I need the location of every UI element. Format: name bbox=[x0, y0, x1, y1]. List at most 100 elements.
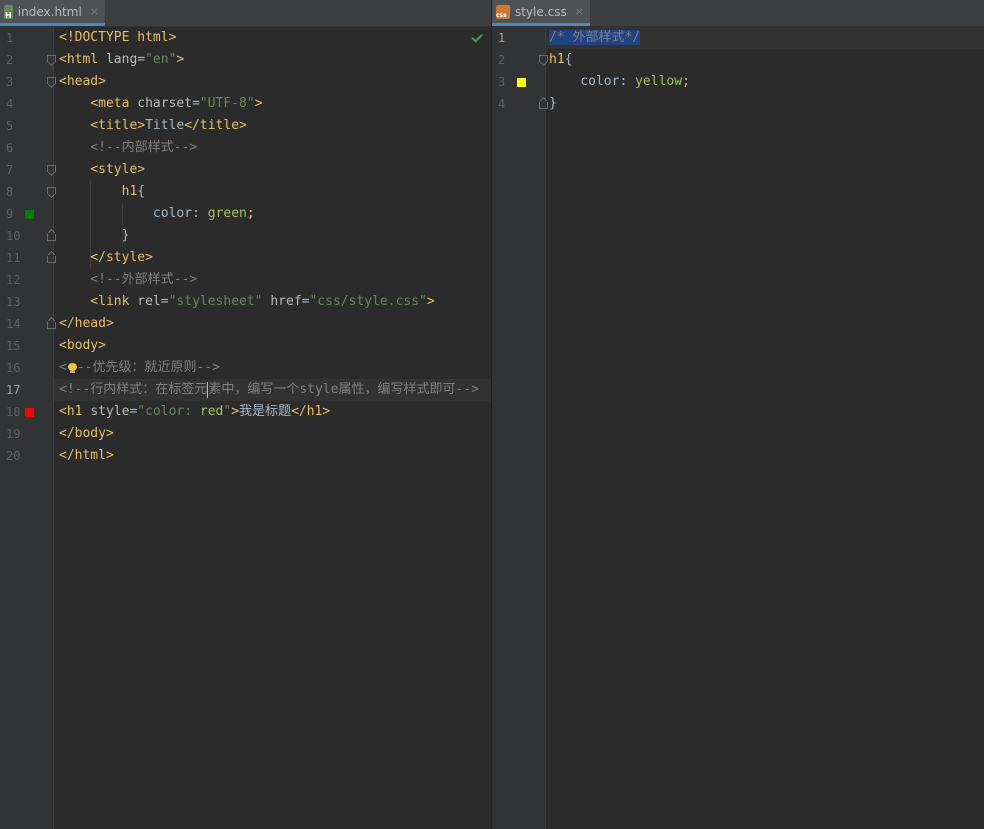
tab-style-css[interactable]: style.css × bbox=[492, 0, 590, 26]
code-line: 5 <title>Title</title> bbox=[0, 115, 491, 137]
code-text: <body> bbox=[59, 338, 106, 353]
code-text: <link rel="stylesheet" href="css/style.c… bbox=[59, 294, 435, 309]
lightbulb-icon[interactable] bbox=[67, 362, 77, 374]
fold-end-icon[interactable] bbox=[47, 319, 56, 329]
code-line: 11 </style> bbox=[0, 247, 491, 269]
css-code-area[interactable] bbox=[546, 27, 984, 829]
code-line: 10 } bbox=[0, 225, 491, 247]
line-number: 2 bbox=[6, 53, 14, 67]
tab-index-html[interactable]: index.html × bbox=[0, 0, 105, 26]
code-line: 14 </head> bbox=[0, 313, 491, 335]
code-text: <meta charset="UTF-8"> bbox=[59, 96, 263, 111]
code-text: <!--行内样式：在标签元素中，编写一个style属性，编写样式即可--> bbox=[59, 381, 479, 398]
close-icon[interactable]: × bbox=[90, 5, 99, 18]
code-line: 18 <h1 style="color: red">我是标题</h1> bbox=[0, 401, 491, 423]
code-line: 16 < --优先级：就近原则--> bbox=[0, 357, 491, 379]
code-text: </body> bbox=[59, 426, 114, 441]
code-text: color: yellow; bbox=[549, 74, 690, 89]
code-line: 7 <style> bbox=[0, 159, 491, 181]
code-text: </html> bbox=[59, 448, 114, 463]
line-number: 3 bbox=[498, 75, 506, 89]
code-text: h1{ bbox=[549, 52, 573, 67]
code-line: 4 } bbox=[492, 93, 984, 115]
line-number: 20 bbox=[6, 449, 21, 463]
line-number: 6 bbox=[6, 141, 14, 155]
code-line: 2 h1{ bbox=[492, 49, 984, 71]
code-line: 3 color: yellow; bbox=[492, 71, 984, 93]
line-number: 17 bbox=[6, 383, 21, 397]
code-line: 2 <html lang="en"> bbox=[0, 49, 491, 71]
line-number: 12 bbox=[6, 273, 21, 287]
code-line-current: 1 /* 外部样式*/ bbox=[492, 27, 984, 49]
line-number: 18 bbox=[6, 405, 21, 419]
line-number: 13 bbox=[6, 295, 21, 309]
line-number: 15 bbox=[6, 339, 21, 353]
code-text: <!--外部样式--> bbox=[59, 272, 198, 287]
tab-label: index.html bbox=[17, 4, 82, 19]
code-text: h1{ bbox=[121, 184, 146, 199]
line-number: 1 bbox=[6, 31, 14, 45]
code-text: < --优先级：就近原则--> bbox=[59, 360, 220, 375]
code-text: } bbox=[549, 96, 557, 111]
line-number: 2 bbox=[498, 53, 506, 67]
code-text: <style> bbox=[59, 162, 146, 177]
code-line: 20 </html> bbox=[0, 445, 491, 467]
fold-marker-icon[interactable] bbox=[539, 55, 548, 64]
fold-end-icon[interactable] bbox=[47, 253, 56, 263]
line-number: 4 bbox=[6, 97, 14, 111]
html-file-icon bbox=[4, 4, 13, 20]
code-text: color: green; bbox=[59, 206, 255, 221]
code-line: 19 </body> bbox=[0, 423, 491, 445]
code-line: 1 <!DOCTYPE html> bbox=[0, 27, 491, 49]
code-line: 13 <link rel="stylesheet" href="css/styl… bbox=[0, 291, 491, 313]
code-text: <h1 style="color: red">我是标题</h1> bbox=[59, 404, 331, 419]
line-number: 7 bbox=[6, 163, 14, 177]
code-line: 9 color: green; bbox=[0, 203, 491, 225]
code-text: <html lang="en"> bbox=[59, 52, 185, 67]
fold-marker-icon[interactable] bbox=[47, 77, 56, 86]
code-line: 6 <!--内部样式--> bbox=[0, 137, 491, 159]
css-file-icon bbox=[496, 4, 510, 19]
left-tab-bar: index.html × bbox=[0, 0, 491, 27]
fold-marker-icon[interactable] bbox=[47, 165, 56, 174]
code-text: /* 外部样式*/ bbox=[549, 27, 641, 49]
code-line: 3 <head> bbox=[0, 71, 491, 93]
fold-end-icon[interactable] bbox=[47, 231, 56, 241]
code-text: </style> bbox=[59, 250, 153, 265]
code-text: <!--内部样式--> bbox=[59, 140, 198, 155]
code-line: 15 <body> bbox=[0, 335, 491, 357]
line-number: 10 bbox=[6, 229, 21, 243]
code-line: 12 <!--外部样式--> bbox=[0, 269, 491, 291]
css-gutter bbox=[492, 27, 546, 829]
code-text: <head> bbox=[59, 74, 106, 89]
close-icon[interactable]: × bbox=[575, 5, 584, 18]
css-editor-pane[interactable]: style.css × 1 /* 外部样式*/ 2 h1{ 3 color: y… bbox=[492, 0, 984, 829]
code-text: <title>Title</title> bbox=[59, 118, 247, 133]
line-number: 1 bbox=[498, 31, 506, 45]
code-line: 4 <meta charset="UTF-8"> bbox=[0, 93, 491, 115]
red-color-swatch[interactable] bbox=[25, 408, 34, 417]
line-number: 9 bbox=[6, 207, 14, 221]
code-text: </head> bbox=[59, 316, 114, 331]
code-line-current: 17 <!--行内样式：在标签元素中，编写一个style属性，编写样式即可--> bbox=[0, 379, 491, 401]
line-number: 4 bbox=[498, 97, 506, 111]
fold-marker-icon[interactable] bbox=[47, 55, 56, 64]
html-editor-pane[interactable]: index.html × 1 <!DOCTYPE html> 2 <html l… bbox=[0, 0, 491, 829]
line-number: 19 bbox=[6, 427, 21, 441]
right-tab-bar: style.css × bbox=[492, 0, 984, 27]
line-number: 8 bbox=[6, 185, 14, 199]
green-color-swatch[interactable] bbox=[25, 210, 34, 219]
line-number: 16 bbox=[6, 361, 21, 375]
code-text: <!DOCTYPE html> bbox=[59, 30, 177, 45]
yellow-color-swatch[interactable] bbox=[517, 78, 526, 87]
line-number: 3 bbox=[6, 75, 14, 89]
fold-end-icon[interactable] bbox=[539, 99, 548, 109]
line-number: 5 bbox=[6, 119, 14, 133]
code-line: 8 h1{ bbox=[0, 181, 491, 203]
line-number: 11 bbox=[6, 251, 21, 265]
code-text: } bbox=[59, 228, 130, 243]
selected-comment: /* 外部样式*/ bbox=[549, 30, 641, 45]
line-number: 14 bbox=[6, 317, 21, 331]
fold-marker-icon[interactable] bbox=[47, 187, 56, 196]
tab-label: style.css bbox=[515, 4, 567, 19]
